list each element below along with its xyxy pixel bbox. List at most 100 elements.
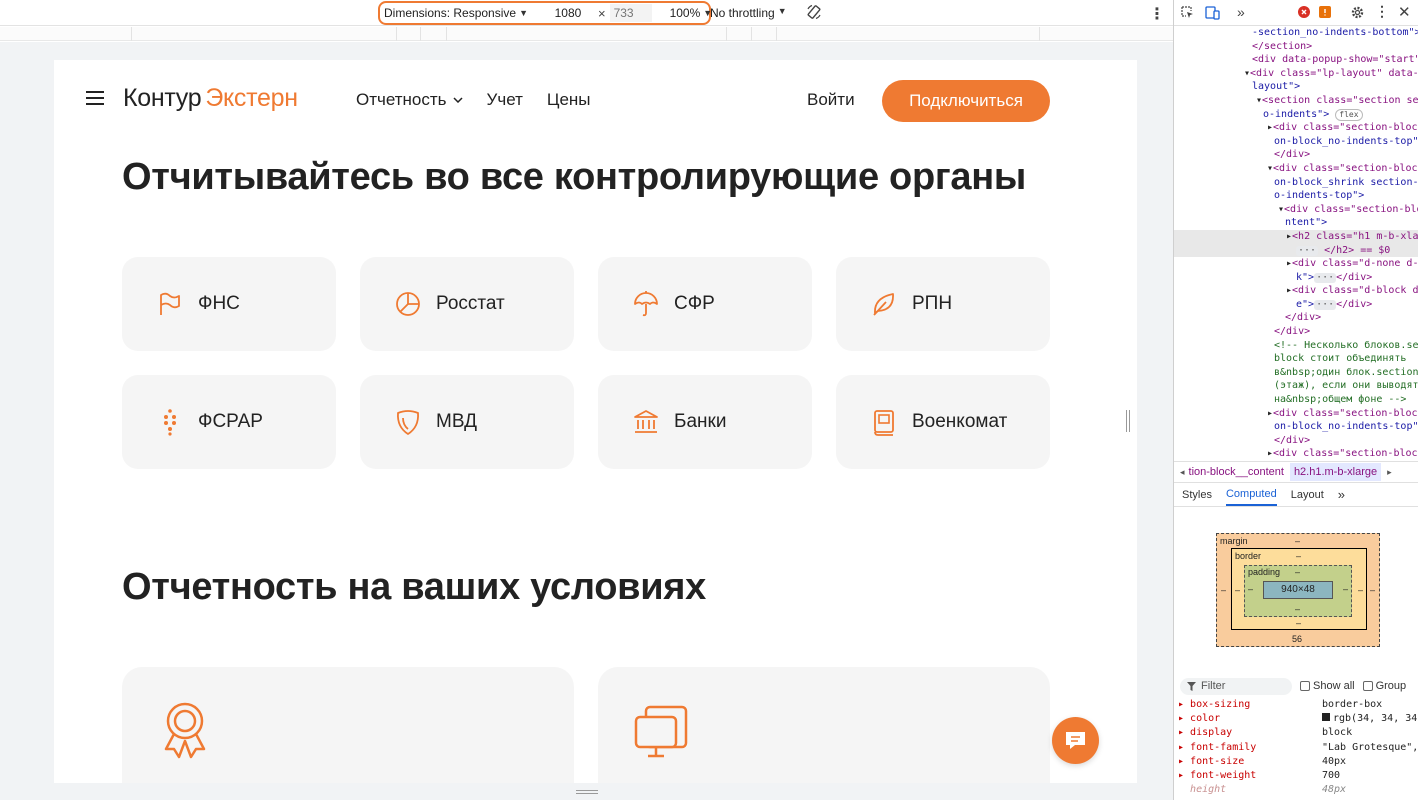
code-line[interactable]: </div>	[1174, 434, 1418, 448]
code-line[interactable]: ▸<div class="section-block	[1174, 447, 1418, 461]
code-line[interactable]: <!-- Несколько блоков.sec	[1174, 339, 1418, 353]
property-row[interactable]: ▸ font-size 40px	[1174, 755, 1418, 769]
tab-styles[interactable]: Styles	[1182, 489, 1212, 501]
code-line[interactable]: </div>	[1174, 148, 1418, 162]
code-line[interactable]: ntent">	[1174, 216, 1418, 230]
code-line[interactable]: ▸<div class="section-block	[1174, 121, 1418, 135]
code-line[interactable]: </div>	[1174, 325, 1418, 339]
property-row[interactable]: ▸ box-sizing border-box	[1174, 698, 1418, 712]
filter-input[interactable]: Filter	[1180, 677, 1292, 695]
color-swatch[interactable]	[1322, 713, 1330, 722]
condition-card[interactable]	[122, 667, 574, 783]
code-line[interactable]: o-indents-top">	[1174, 189, 1418, 203]
authority-card-banks[interactable]: Банки	[598, 375, 812, 469]
code-line-selected[interactable]: ▸<h2 class="h1 m-b-xla	[1174, 229, 1418, 244]
leaf-icon	[873, 293, 894, 316]
logo[interactable]: Контур Экстерн	[123, 84, 298, 113]
show-all-checkbox[interactable]	[1300, 681, 1310, 691]
breadcrumb-item[interactable]: tion-block__content	[1189, 466, 1284, 478]
code-line[interactable]: <div data-popup-show="start">	[1174, 53, 1418, 67]
code-line[interactable]: o-indents"> flex	[1174, 108, 1418, 122]
rotate-icon[interactable]	[806, 4, 822, 20]
chat-button[interactable]	[1052, 717, 1099, 764]
authority-label: Банки	[674, 411, 727, 432]
code-line[interactable]: </div>	[1174, 311, 1418, 325]
more-tabs-icon[interactable]: »	[1338, 487, 1345, 502]
connect-button[interactable]: Подключиться	[882, 80, 1050, 122]
section-title: Отчитывайтесь во все контролирующие орга…	[122, 156, 1027, 198]
throttling-dropdown[interactable]: No throttling ▼	[710, 6, 787, 20]
warning-icon[interactable]	[1319, 6, 1331, 18]
code-line[interactable]: on-block_no-indents-top">	[1174, 420, 1418, 434]
authority-card-fns[interactable]: ФНС	[122, 257, 336, 351]
device-toggle-icon[interactable]	[1205, 5, 1220, 20]
code-line[interactable]: on-block_no-indents-top">	[1174, 135, 1418, 149]
property-row[interactable]: ▸ font-weight 700	[1174, 769, 1418, 783]
more-tabs-icon[interactable]: »	[1237, 4, 1245, 20]
scroll-left-icon[interactable]: ◂	[1180, 467, 1185, 478]
box-model-content[interactable]: 940×48	[1263, 581, 1333, 599]
nav-item-accounting[interactable]: Учет	[487, 90, 523, 110]
box-model-label: margin	[1220, 536, 1248, 546]
tab-computed[interactable]: Computed	[1225, 483, 1277, 506]
property-row[interactable]: height 48px	[1174, 783, 1418, 797]
close-icon[interactable]: ✕	[1398, 3, 1411, 21]
more-options-icon[interactable]: ⋮	[1149, 4, 1165, 24]
ellipsis-badge[interactable]: ···	[1296, 245, 1319, 256]
authority-card-fsrar[interactable]: ФСРАР	[122, 375, 336, 469]
width-input[interactable]	[541, 4, 594, 22]
code-line[interactable]: k"> ··· </div>	[1174, 271, 1418, 285]
authority-label: МВД	[436, 411, 477, 432]
authority-card-rpn[interactable]: РПН	[836, 257, 1050, 351]
settings-gear-icon[interactable]	[1350, 5, 1365, 20]
authority-label: ФНС	[198, 293, 240, 314]
height-input[interactable]	[609, 4, 652, 22]
code-line[interactable]: block стоит объединять	[1174, 352, 1418, 366]
breadcrumb-item-active[interactable]: h2.h1.m-b-xlarge	[1289, 463, 1382, 481]
group-checkbox[interactable]	[1362, 681, 1373, 691]
code-line[interactable]: в&nbsp;один блок.section	[1174, 366, 1418, 380]
login-link[interactable]: Войти	[807, 90, 855, 110]
devtools-menu-icon[interactable]: ⋮	[1375, 4, 1389, 20]
nav-item-reporting[interactable]: Отчетность	[356, 90, 463, 110]
margin-bottom-value[interactable]: 56	[1292, 634, 1302, 644]
authority-card-military[interactable]: Военкомат	[836, 375, 1050, 469]
code-line[interactable]: on-block_shrink section-b	[1174, 176, 1418, 190]
hamburger-menu-icon[interactable]	[86, 90, 104, 106]
code-line[interactable]: </section>	[1174, 40, 1418, 54]
code-line[interactable]: ▸<div class="d-none d-	[1174, 257, 1418, 271]
property-row[interactable]: ▸ display block	[1174, 726, 1418, 740]
flex-badge[interactable]: flex	[1335, 108, 1363, 121]
inspect-icon[interactable]	[1180, 5, 1195, 20]
code-line[interactable]: ▾<div class="lp-layout" data-	[1174, 67, 1418, 81]
code-line[interactable]: layout">	[1174, 80, 1418, 94]
scroll-right-icon[interactable]: ▸	[1387, 467, 1392, 478]
nav-item-prices[interactable]: Цены	[547, 90, 591, 110]
zoom-dropdown[interactable]: 100% ▼	[670, 6, 713, 20]
web-page: Контур Экстерн Отчетность Учет Цены Войти…	[54, 60, 1137, 783]
code-line[interactable]: -section_no-indents-bottom">	[1174, 26, 1418, 40]
code-line[interactable]: ▾<div class="section-blo	[1174, 203, 1418, 217]
main-nav: Отчетность Учет Цены	[356, 90, 591, 110]
code-line[interactable]: ▾<div class="section-block	[1174, 162, 1418, 176]
authority-card-sfr[interactable]: СФР	[598, 257, 812, 351]
dimensions-dropdown[interactable]: Dimensions: Responsive ▼	[384, 6, 528, 20]
code-line-selected[interactable]: ··· </h2> == $0	[1174, 243, 1418, 258]
code-line[interactable]: на&nbsp;общем фоне -->	[1174, 393, 1418, 407]
code-line[interactable]: ▾<section class="section sec	[1174, 94, 1418, 108]
property-row[interactable]: ▸ font-family "Lab Grotesque",	[1174, 741, 1418, 755]
error-icon[interactable]	[1298, 6, 1310, 18]
show-all-label: Show all	[1313, 680, 1355, 692]
resize-handle-bottom[interactable]	[576, 790, 598, 794]
tab-layout[interactable]: Layout	[1291, 489, 1324, 501]
resize-handle-right[interactable]	[1126, 410, 1130, 432]
code-line[interactable]: ▸<div class="d-block d	[1174, 284, 1418, 298]
media-query-ruler	[0, 27, 1173, 41]
code-line[interactable]: ▸<div class="section-block	[1174, 407, 1418, 421]
authority-card-rosstat[interactable]: Росстат	[360, 257, 574, 351]
code-line[interactable]: (этаж), если они выводят	[1174, 379, 1418, 393]
code-line[interactable]: e"> ··· </div>	[1174, 298, 1418, 312]
property-row[interactable]: ▸ color rgb(34, 34, 34	[1174, 712, 1418, 726]
authority-card-mvd[interactable]: МВД	[360, 375, 574, 469]
condition-card[interactable]	[598, 667, 1050, 783]
